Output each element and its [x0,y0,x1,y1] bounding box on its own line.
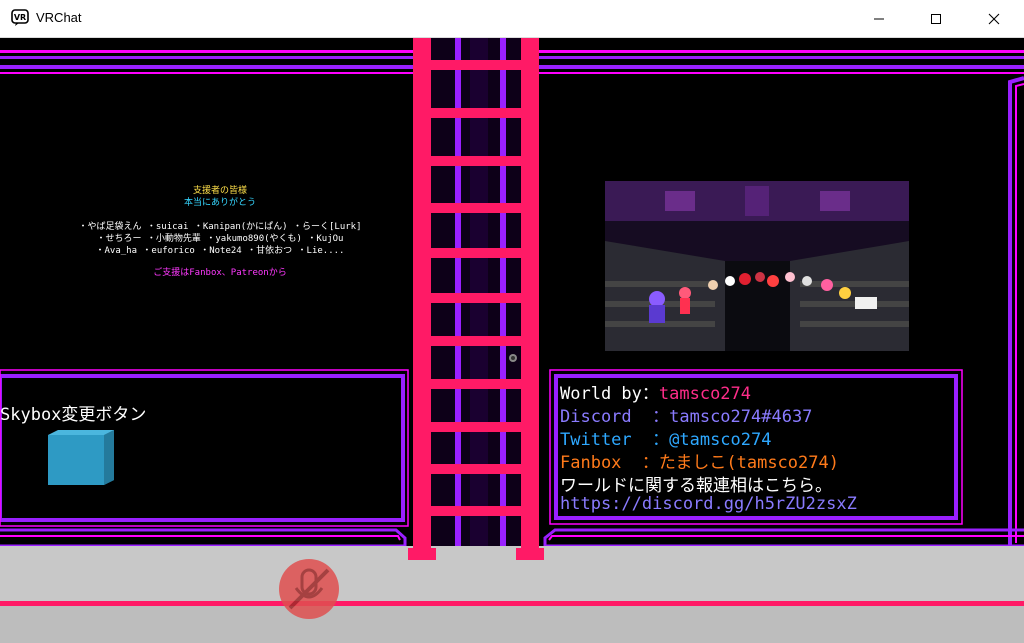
app-icon-text: VR [14,13,26,22]
supporters-note: ご支援はFanbox、Patreonから [153,268,287,278]
world-screenshot-image [605,181,909,351]
minimize-button[interactable] [856,0,902,38]
info-label: Discord ： [560,407,670,427]
info-label: Twitter ： [560,430,670,450]
info-label: Fanbox ： [560,453,659,473]
info-value: @tamsco274 [669,430,772,450]
window-title: VRChat [36,10,82,25]
discord-invite-link[interactable]: https://discord.gg/h5rZU2zsxZ [560,494,857,514]
minimize-icon [874,18,884,20]
maximize-button[interactable] [913,0,959,38]
skybox-button-label: Skybox変更ボタン [0,405,147,425]
info-label: World by： [560,384,659,404]
info-value: たましこ(tamsco274) [658,453,839,473]
game-viewport[interactable]: 支援者の皆様 本当にありがとう ・やば足袋えん ・suicai ・Kanipan… [0,38,1024,643]
info-line-discord: Discord ：tamsco274#4637 [560,402,812,427]
window-titlebar: VR VRChat [0,0,1024,38]
info-line-world-by: World by：tamsco274 [560,379,751,404]
supporters-line-3: ・Ava_ha ・euforico ・Note24 ・甘依おつ ・Lie.... [95,246,345,256]
vrchat-app-icon: VR [11,9,29,27]
close-button[interactable] [971,0,1017,38]
info-value: tamsco274#4637 [669,407,813,427]
info-line-twitter: Twitter ：@tamsco274 [560,425,771,450]
skybox-change-button[interactable] [48,430,114,485]
info-value: tamsco274 [658,384,752,404]
contact-text: ワールドに関する報連相はこちら。 [560,476,832,496]
supporters-subtitle: 本当にありがとう [183,198,256,208]
info-line-fanbox: Fanbox ：たましこ(tamsco274) [560,448,839,473]
maximize-icon [931,14,941,24]
microphone-muted-icon [279,559,339,619]
close-icon [988,13,1000,25]
floor-stripe [0,601,1024,606]
